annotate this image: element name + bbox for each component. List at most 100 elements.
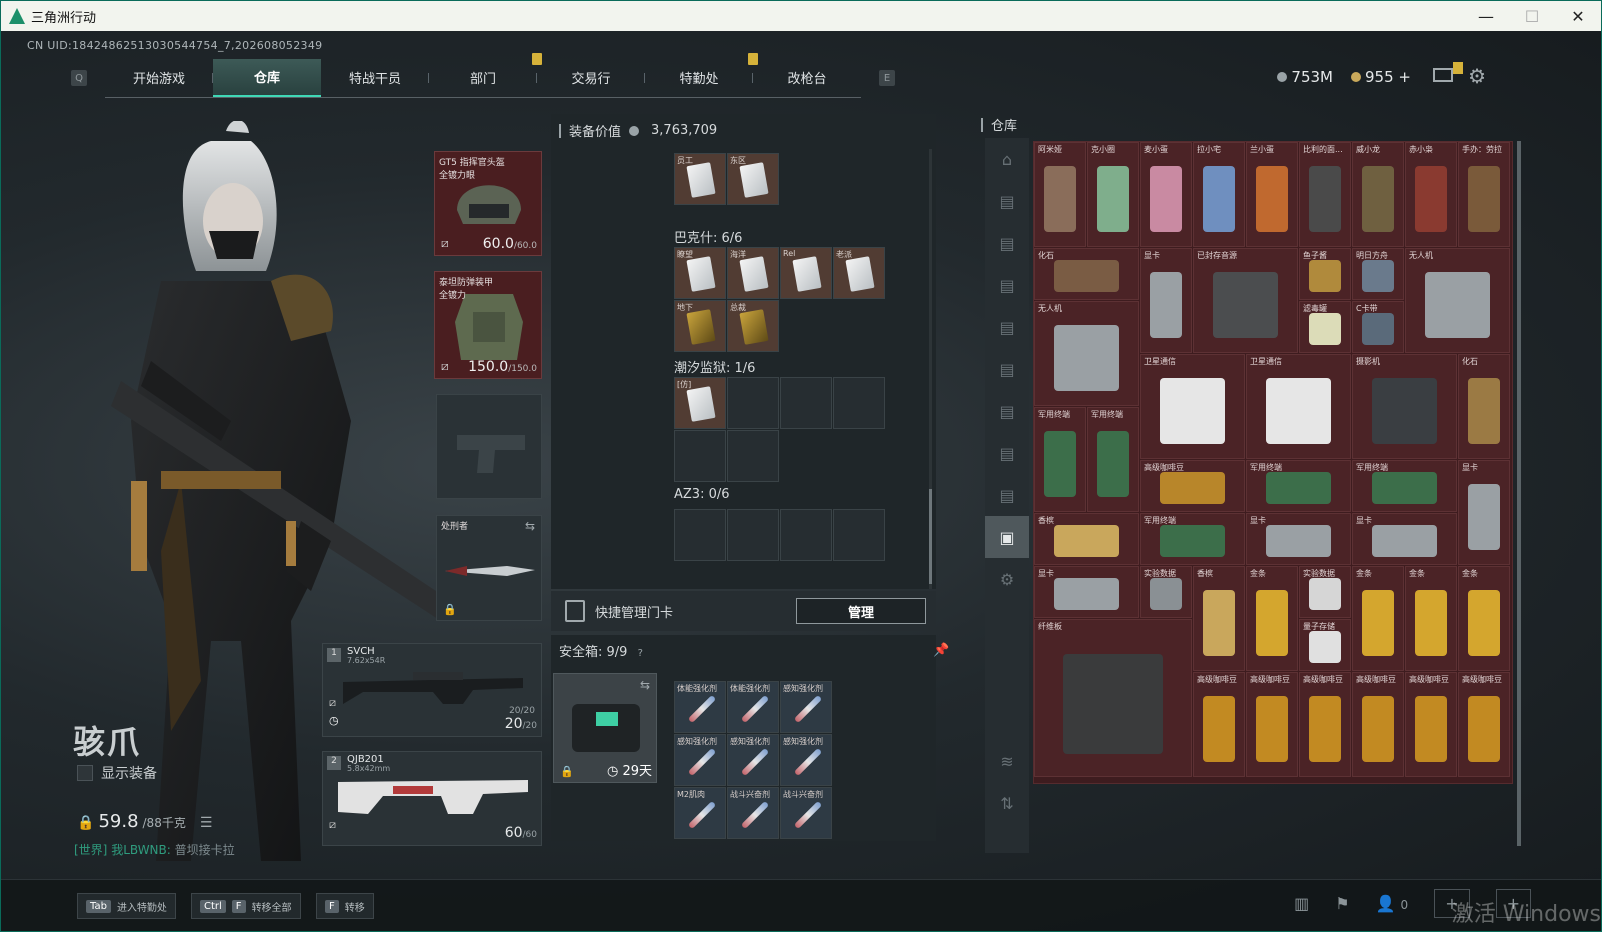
- warehouse-item[interactable]: 摄影机: [1352, 354, 1457, 459]
- stim-item[interactable]: 感知强化剂: [674, 734, 726, 786]
- secondary-weapon-slot[interactable]: 2 QJB201 5.8x42mm ⧄ 60/60: [322, 751, 542, 846]
- show-gear-toggle[interactable]: 显示装备: [77, 763, 157, 783]
- mail-icon[interactable]: [1433, 62, 1463, 82]
- maximize-button[interactable]: ☐: [1509, 7, 1555, 26]
- warehouse-item[interactable]: 手办：劳拉: [1458, 142, 1510, 247]
- warehouse-item[interactable]: 金条: [1458, 566, 1510, 671]
- warehouse-page-icon[interactable]: ▣: [985, 516, 1029, 558]
- melee-slot[interactable]: 处刑者 ⇆ 🔒: [436, 515, 542, 621]
- warehouse-page-icon[interactable]: ▤: [985, 432, 1029, 474]
- warehouse-item[interactable]: 高级咖啡豆: [1405, 672, 1457, 777]
- hotkey-transfer[interactable]: F 转移: [316, 893, 374, 919]
- warehouse-item[interactable]: 高级咖啡豆: [1299, 672, 1351, 777]
- swap-icon[interactable]: ⇆: [640, 678, 650, 692]
- warehouse-item[interactable]: 赤小枭: [1405, 142, 1457, 247]
- swap-icon[interactable]: ⇆: [525, 519, 535, 533]
- show-gear-checkbox[interactable]: [77, 765, 93, 781]
- hotkey-enter-special[interactable]: Tab 进入特勤处: [77, 893, 176, 919]
- warehouse-item[interactable]: 显卡: [1246, 513, 1351, 565]
- warehouse-item[interactable]: 军用终端: [1140, 513, 1245, 565]
- warehouse-page-icon[interactable]: ▤: [985, 390, 1029, 432]
- settings-gear-icon[interactable]: ⚙: [1468, 64, 1486, 88]
- tab-gunsmith[interactable]: 改枪台: [753, 59, 861, 97]
- stim-item[interactable]: 战斗兴奋剂: [780, 787, 832, 839]
- stim-item[interactable]: 战斗兴奋剂: [727, 787, 779, 839]
- warehouse-item[interactable]: 滤毒罐: [1299, 301, 1351, 353]
- warehouse-item[interactable]: 实验数据: [1140, 566, 1192, 618]
- warehouse-settings-icon[interactable]: ⚙: [985, 558, 1029, 600]
- warehouse-item[interactable]: 军用终端: [1087, 407, 1139, 512]
- warehouse-page-icon[interactable]: ▤: [985, 474, 1029, 516]
- warehouse-category-all-icon[interactable]: ⌂: [985, 138, 1029, 180]
- add-currency-button[interactable]: +: [1398, 68, 1411, 86]
- minimize-button[interactable]: —: [1463, 7, 1509, 26]
- warehouse-item[interactable]: 高级咖啡豆: [1193, 672, 1245, 777]
- manage-button[interactable]: 管理: [796, 598, 926, 624]
- warehouse-item[interactable]: 阿米娅: [1034, 142, 1086, 247]
- stim-item[interactable]: 体能强化剂: [674, 681, 726, 733]
- warehouse-item[interactable]: 显卡: [1034, 566, 1139, 618]
- warehouse-item[interactable]: 兰小蛋: [1246, 142, 1298, 247]
- warehouse-item[interactable]: 高级咖啡豆: [1140, 460, 1245, 512]
- close-button[interactable]: ✕: [1555, 7, 1601, 26]
- keycard-item[interactable]: 东区: [727, 153, 779, 205]
- warehouse-item[interactable]: 量子存储: [1299, 619, 1351, 671]
- warehouse-item[interactable]: 克小圈: [1087, 142, 1139, 247]
- warehouse-scrollbar[interactable]: [1517, 141, 1521, 846]
- warehouse-item[interactable]: 高级咖啡豆: [1246, 672, 1298, 777]
- keycard-item[interactable]: 总裁: [727, 300, 779, 352]
- warehouse-item[interactable]: 化石: [1034, 248, 1139, 300]
- warehouse-item[interactable]: 军用终端: [1352, 460, 1457, 512]
- warehouse-item[interactable]: 明日方舟: [1352, 248, 1404, 300]
- warehouse-item[interactable]: 军用终端: [1034, 407, 1086, 512]
- warehouse-item[interactable]: C卡带: [1352, 301, 1404, 353]
- stim-item[interactable]: 体能强化剂: [727, 681, 779, 733]
- tab-trading[interactable]: 交易行: [537, 59, 645, 97]
- tab-special-ops[interactable]: 特勤处: [645, 52, 758, 97]
- warehouse-item[interactable]: 高级咖啡豆: [1458, 672, 1510, 777]
- warehouse-page-icon[interactable]: ▤: [985, 306, 1029, 348]
- tab-warehouse[interactable]: 仓库: [213, 58, 321, 97]
- warehouse-page-icon[interactable]: ▤: [985, 222, 1029, 264]
- pin-icon[interactable]: 📌: [933, 643, 949, 658]
- tab-department[interactable]: 部门: [429, 52, 542, 97]
- helmet-slot[interactable]: GT5 指挥官头盔 全镀力眼 ⧄ 60.0/60.0: [434, 151, 542, 256]
- warehouse-item[interactable]: 卫星通信: [1246, 354, 1351, 459]
- stim-item[interactable]: 感知强化剂: [727, 734, 779, 786]
- warehouse-item[interactable]: 麦小蛋: [1140, 142, 1192, 247]
- safe-box-item[interactable]: ⇆ 🔒 ◷ 29天: [553, 673, 657, 783]
- tab-start-game[interactable]: 开始游戏: [105, 59, 213, 97]
- sort-icon[interactable]: ⇅: [985, 782, 1029, 824]
- warehouse-item[interactable]: 显卡: [1140, 248, 1192, 353]
- warehouse-item[interactable]: 高级咖啡豆: [1352, 672, 1404, 777]
- stim-item[interactable]: 感知强化剂: [780, 734, 832, 786]
- scrollbar-thumb[interactable]: [1517, 141, 1521, 846]
- list-icon[interactable]: ☰: [200, 815, 213, 831]
- keycard-item[interactable]: Rel: [780, 247, 832, 299]
- warehouse-item[interactable]: 显卡: [1458, 460, 1510, 565]
- warehouse-item[interactable]: 化石: [1458, 354, 1510, 459]
- warehouse-page-icon[interactable]: ▤: [985, 180, 1029, 222]
- warehouse-item[interactable]: 军用终端: [1246, 460, 1351, 512]
- friends-icon[interactable]: 👤 0: [1376, 894, 1409, 913]
- warehouse-item[interactable]: 威小龙: [1352, 142, 1404, 247]
- help-icon[interactable]: ?: [638, 648, 643, 659]
- tab-operators[interactable]: 特战干员: [321, 59, 429, 97]
- keycard-item[interactable]: 瞭望: [674, 247, 726, 299]
- keycard-item[interactable]: 地下: [674, 300, 726, 352]
- warehouse-page-icon[interactable]: ▤: [985, 348, 1029, 390]
- scrollbar-thumb[interactable]: [929, 489, 932, 584]
- warehouse-item[interactable]: 卫星通信: [1140, 354, 1245, 459]
- primary-weapon-slot[interactable]: 1 SVCH 7.62x54R ⧄ ◷ 20/20 20/20: [322, 643, 542, 737]
- warehouse-item[interactable]: 已封存音源: [1193, 248, 1298, 353]
- keycard-item[interactable]: 员工: [674, 153, 726, 205]
- warehouse-item[interactable]: 香槟: [1193, 566, 1245, 671]
- warehouse-page-icon[interactable]: ▤: [985, 264, 1029, 306]
- warehouse-item[interactable]: 鱼子酱: [1299, 248, 1351, 300]
- warehouse-item[interactable]: 无人机: [1034, 301, 1139, 406]
- hotkey-transfer-all[interactable]: Ctrl F 转移全部: [191, 893, 301, 919]
- warehouse-item[interactable]: 显卡: [1352, 513, 1457, 565]
- sidearm-slot[interactable]: [436, 394, 542, 499]
- armor-slot[interactable]: 泰坦防弹装甲 全镀力 ⧄ 150.0/150.0: [434, 271, 542, 379]
- keycard-item[interactable]: 老派: [833, 247, 885, 299]
